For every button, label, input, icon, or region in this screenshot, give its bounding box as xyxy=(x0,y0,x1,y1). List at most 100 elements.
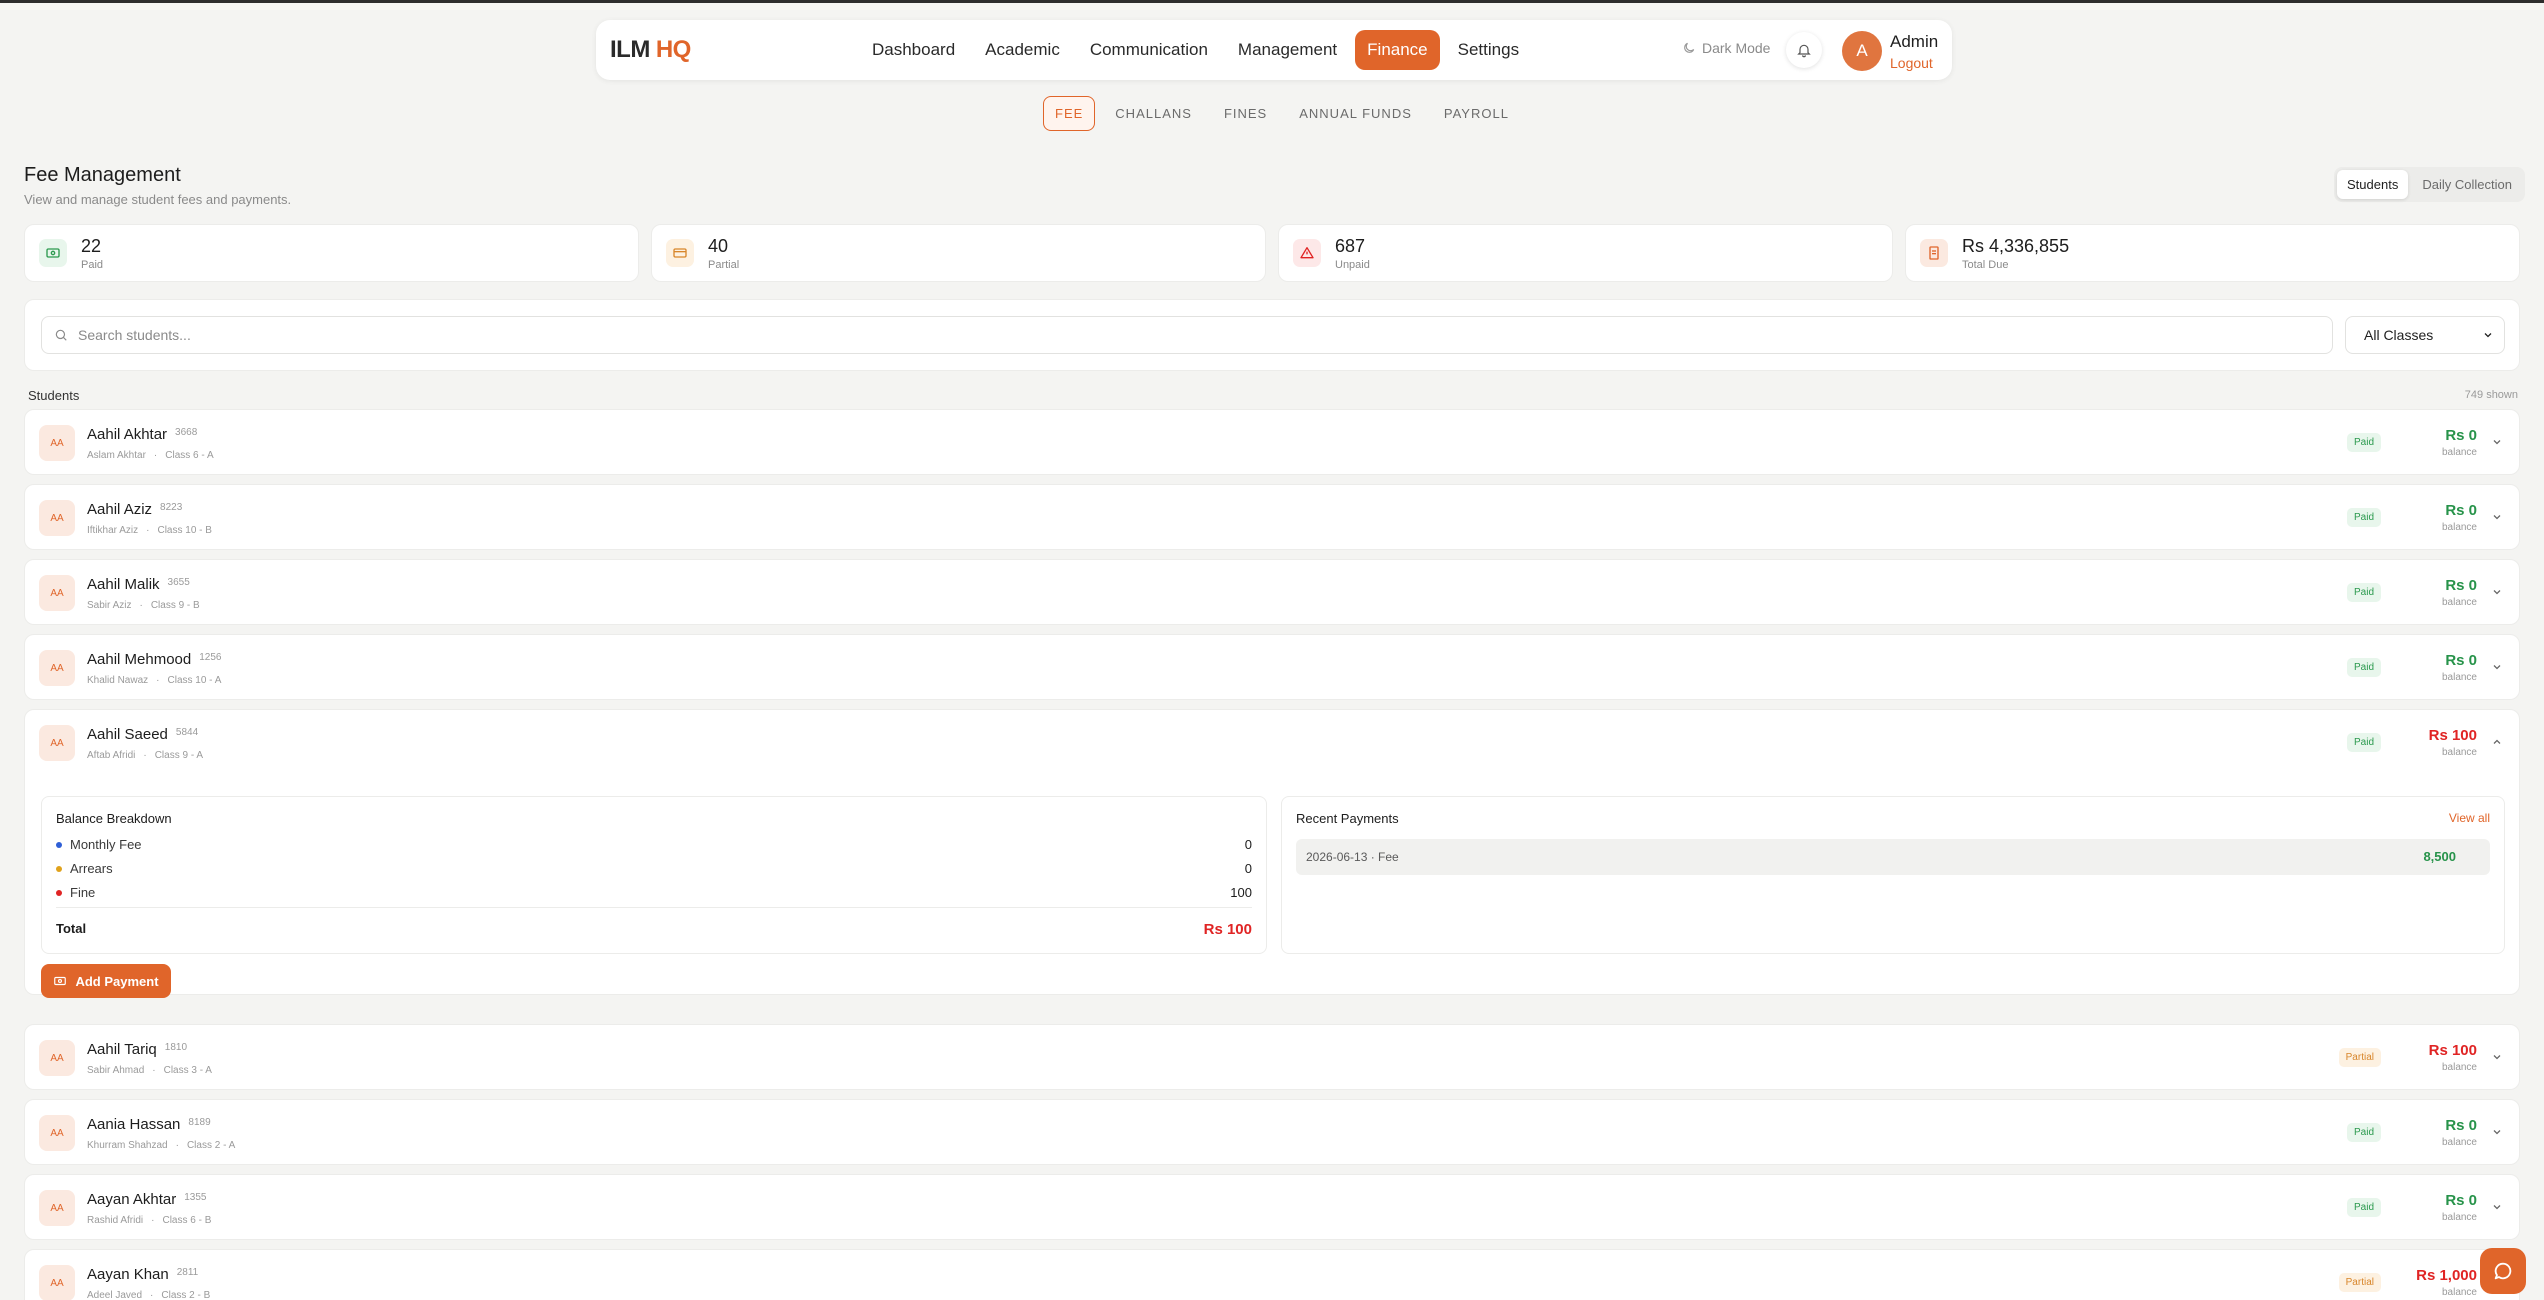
chevron-down-icon xyxy=(2484,333,2492,338)
nav-management[interactable]: Management xyxy=(1226,30,1349,70)
nav-communication[interactable]: Communication xyxy=(1078,30,1220,70)
breakdown-title: Balance Breakdown xyxy=(56,811,172,826)
brand-logo[interactable]: ILM HQ xyxy=(610,36,691,64)
class-filter-select[interactable]: All Classes xyxy=(2345,316,2505,354)
student-class: Class 10 - B xyxy=(157,525,212,536)
student-avatar: AA xyxy=(39,725,75,761)
card-icon xyxy=(666,239,694,267)
student-meta: Khurram Shahzad · Class 2 - A xyxy=(87,1140,235,1151)
status-badge: Paid xyxy=(2346,1198,2381,1217)
search-input[interactable] xyxy=(78,327,2332,343)
chevron-down-icon[interactable] xyxy=(2491,510,2503,528)
nav-finance[interactable]: Finance xyxy=(1355,30,1440,70)
balance-label: balance xyxy=(2441,1287,2477,1298)
dark-mode-toggle[interactable]: Dark Mode xyxy=(1682,40,1770,56)
alert-triangle-icon xyxy=(1293,239,1321,267)
chevron-down-icon[interactable] xyxy=(2491,585,2503,603)
chevron-down-icon[interactable] xyxy=(2491,1200,2503,1218)
filter-bar: All Classes xyxy=(24,299,2520,371)
add-payment-button[interactable]: Add Payment xyxy=(41,964,171,998)
parent-name: Khurram Shahzad xyxy=(87,1140,168,1151)
stat-label: Unpaid xyxy=(1335,258,1370,271)
search-icon xyxy=(55,329,67,341)
breakdown-label: Arrears xyxy=(70,861,113,876)
payment-description: 2026-06-13 · Fee xyxy=(1306,850,1399,864)
nav-dashboard[interactable]: Dashboard xyxy=(860,30,967,70)
status-badge: Partial xyxy=(2338,1048,2381,1067)
meta-separator: · xyxy=(146,525,150,536)
student-id: 8223 xyxy=(160,502,183,513)
balance-amount: Rs 100 xyxy=(2428,1042,2477,1059)
view-daily-collection-button[interactable]: Daily Collection xyxy=(2412,170,2522,199)
student-class: Class 2 - B xyxy=(161,1290,211,1300)
tab-fines[interactable]: FINES xyxy=(1212,96,1279,131)
breakdown-value: 0 xyxy=(1244,861,1252,876)
student-row[interactable]: AA Aania Hassan 8189 Khurram Shahzad · C… xyxy=(24,1099,2520,1165)
logout-link[interactable]: Logout xyxy=(1890,55,1933,71)
student-meta: Sabir Ahmad · Class 3 - A xyxy=(87,1065,212,1076)
student-meta: Aslam Akhtar · Class 6 - A xyxy=(87,450,214,461)
add-payment-label: Add Payment xyxy=(75,973,159,989)
bell-icon xyxy=(1797,44,1811,58)
view-all-link[interactable]: View all xyxy=(2449,811,2490,825)
chevron-down-icon[interactable] xyxy=(2491,660,2503,678)
parent-name: Aftab Afridi xyxy=(87,750,136,761)
student-avatar: AA xyxy=(39,650,75,686)
view-students-button[interactable]: Students xyxy=(2337,170,2409,199)
tab-payroll[interactable]: PAYROLL xyxy=(1432,96,1521,131)
parent-name: Khalid Nawaz xyxy=(87,675,149,686)
student-row[interactable]: AA Aayan Khan 2811 Adeel Javed · Class 2… xyxy=(24,1249,2520,1300)
nav-academic[interactable]: Academic xyxy=(973,30,1072,70)
student-row[interactable]: AA Aayan Akhtar 1355 Rashid Afridi · Cla… xyxy=(24,1174,2520,1240)
tab-annual-funds[interactable]: ANNUAL FUNDS xyxy=(1287,96,1424,131)
chat-button[interactable] xyxy=(2480,1248,2526,1294)
chevron-up-icon[interactable] xyxy=(2491,735,2503,753)
status-badge: Paid xyxy=(2346,658,2381,677)
student-meta: Sabir Aziz · Class 9 - B xyxy=(87,600,200,611)
student-row[interactable]: AA Aahil Aziz 8223 Iftikhar Aziz · Class… xyxy=(24,484,2520,550)
stats-row: 22 Paid 40 Partial 687 Unpaid Rs 4,336,855 T… xyxy=(24,224,2520,282)
balance-amount: Rs 0 xyxy=(2445,502,2477,519)
user-avatar[interactable]: A xyxy=(1842,31,1882,71)
student-meta: Rashid Afridi · Class 6 - B xyxy=(87,1215,211,1226)
cash-icon xyxy=(39,239,67,267)
student-id: 2811 xyxy=(176,1267,199,1278)
balance-amount: Rs 100 xyxy=(2428,727,2477,744)
brand-name: ILM xyxy=(610,36,650,63)
student-row[interactable]: AA Aahil Mehmood 1256 Khalid Nawaz · Cla… xyxy=(24,634,2520,700)
chevron-down-icon[interactable] xyxy=(2491,1050,2503,1068)
student-class: Class 10 - A xyxy=(167,675,222,686)
student-avatar: AA xyxy=(39,575,75,611)
student-row[interactable]: AA Aahil Akhtar 3668 Aslam Akhtar · Clas… xyxy=(24,409,2520,475)
student-avatar: AA xyxy=(39,1115,75,1151)
stat-value: 22 xyxy=(81,235,102,256)
payment-row[interactable]: 2026-06-13 · Fee 8,500 xyxy=(1296,839,2490,875)
nav-settings[interactable]: Settings xyxy=(1446,30,1531,70)
balance-label: balance xyxy=(2441,522,2477,533)
chevron-down-icon[interactable] xyxy=(2491,1125,2503,1143)
status-badge: Paid xyxy=(2346,508,2381,527)
meta-separator: · xyxy=(156,675,160,686)
recent-payments-title: Recent Payments xyxy=(1296,811,1399,826)
user-name: Admin xyxy=(1890,32,1939,51)
student-row[interactable]: AA Aahil Tariq 1810 Sabir Ahmad · Class … xyxy=(24,1024,2520,1090)
breakdown-item: Monthly Fee xyxy=(56,837,142,852)
balance-amount: Rs 0 xyxy=(2445,427,2477,444)
search-field[interactable] xyxy=(41,316,2333,354)
tab-challans[interactable]: CHALLANS xyxy=(1103,96,1204,131)
cash-icon xyxy=(54,976,67,986)
notifications-button[interactable] xyxy=(1786,32,1822,68)
student-name: Aahil Malik xyxy=(87,576,160,593)
student-id: 1355 xyxy=(184,1192,207,1203)
student-name-line: Aayan Akhtar 1355 xyxy=(87,1191,206,1208)
student-name-line: Aahil Aziz 8223 xyxy=(87,501,182,518)
parent-name: Aslam Akhtar xyxy=(87,450,146,461)
status-badge: Paid xyxy=(2346,583,2381,602)
student-avatar: AA xyxy=(39,500,75,536)
student-row[interactable]: AA Aahil Malik 3655 Sabir Aziz · Class 9… xyxy=(24,559,2520,625)
balance-label: balance xyxy=(2441,1212,2477,1223)
chevron-down-icon[interactable] xyxy=(2491,435,2503,453)
tab-fee[interactable]: FEE xyxy=(1043,96,1096,131)
payment-amount: 8,500 xyxy=(2423,849,2456,864)
student-row[interactable]: AA Aahil Saeed 5844 Aftab Afridi · Class… xyxy=(24,709,2520,998)
